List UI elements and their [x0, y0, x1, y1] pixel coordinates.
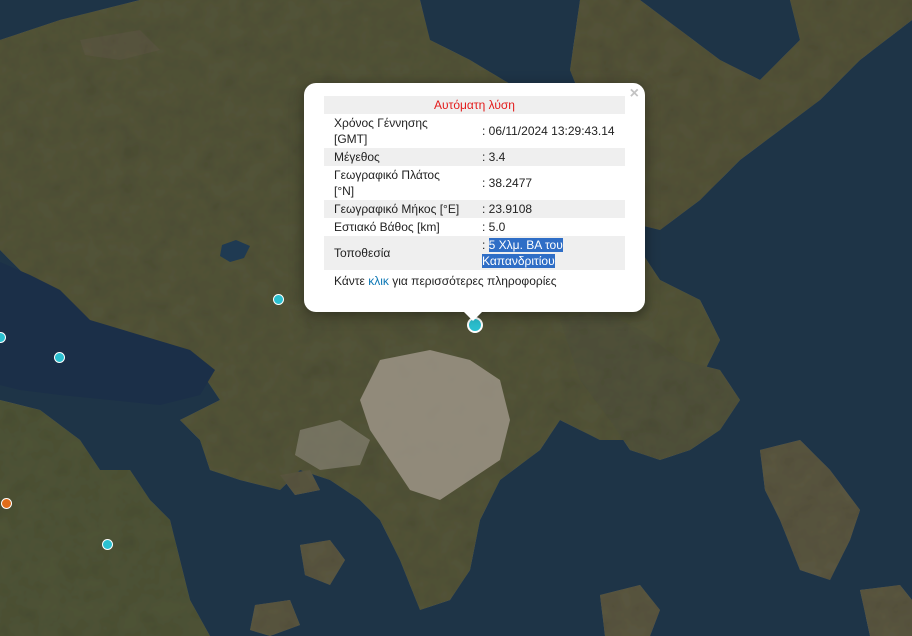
earthquake-info-table: Χρόνος Γέννησης [GMT] : 06/11/2024 13:29…	[324, 114, 625, 270]
earthquake-marker[interactable]	[102, 539, 113, 550]
table-row: Γεωγραφικό Μήκος [°E] : 23.9108	[324, 200, 625, 218]
earthquake-marker-orange[interactable]	[1, 498, 12, 509]
table-row: Εστιακό Βάθος [km] : 5.0	[324, 218, 625, 236]
popup-tip	[463, 311, 483, 321]
more-after: για περισσότερες πληροφορίες	[388, 274, 557, 288]
table-row: Μέγεθος : 3.4	[324, 148, 625, 166]
row-key: Χρόνος Γέννησης [GMT]	[334, 116, 428, 146]
popup-title: Αυτόματη λύση	[324, 96, 625, 114]
earthquake-marker[interactable]	[273, 294, 284, 305]
row-key: Τοποθεσία	[334, 246, 391, 260]
row-value: : 06/11/2024 13:29:43.14	[482, 124, 615, 138]
table-row: Τοποθεσία : 5 Χλμ. ΒΑ του Καπανδριτίου	[324, 236, 625, 270]
row-value: : 3.4	[482, 150, 506, 164]
row-key: Εστιακό Βάθος [km]	[334, 220, 440, 234]
table-row: Γεωγραφικό Πλάτος [°N] : 38.2477	[324, 166, 625, 200]
row-value: : 5.0	[482, 220, 506, 234]
earthquake-marker[interactable]	[54, 352, 65, 363]
more-info-link[interactable]: κλικ	[368, 274, 389, 288]
location-prefix: :	[482, 238, 489, 252]
row-key: Γεωγραφικό Πλάτος [°N]	[334, 168, 440, 198]
row-value: : 5 Χλμ. ΒΑ του Καπανδριτίου	[472, 236, 625, 270]
location-value: 5 Χλμ. ΒΑ του Καπανδριτίου	[482, 238, 563, 268]
table-row: Χρόνος Γέννησης [GMT] : 06/11/2024 13:29…	[324, 114, 625, 148]
row-value: : 38.2477	[482, 176, 533, 190]
row-value: : 23.9108	[482, 202, 533, 216]
earthquake-info-popup: × Αυτόματη λύση Χρόνος Γέννησης [GMT] : …	[304, 83, 645, 312]
more-info-text: Κάντε κλικ για περισσότερες πληροφορίες	[324, 270, 625, 292]
close-icon[interactable]: ×	[630, 86, 639, 102]
more-before: Κάντε	[334, 274, 369, 288]
row-key: Μέγεθος	[334, 150, 380, 164]
row-key: Γεωγραφικό Μήκος [°E]	[334, 202, 460, 216]
